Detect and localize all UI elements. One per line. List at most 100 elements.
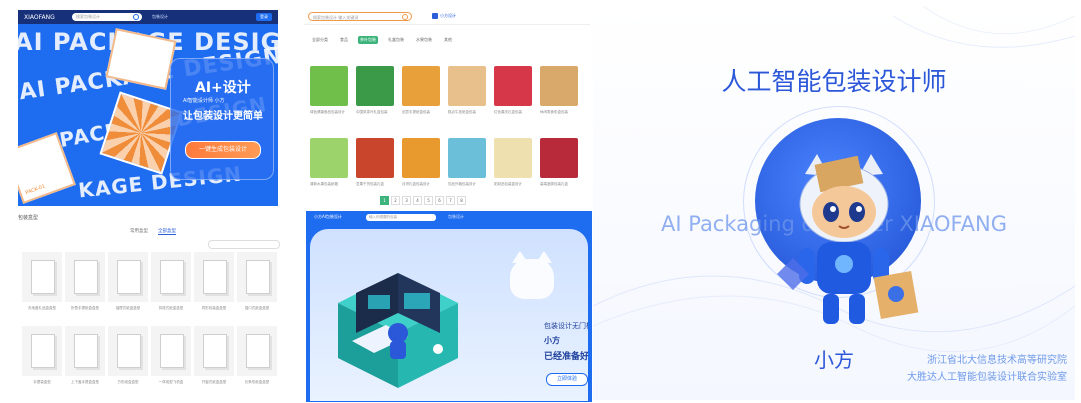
box-type-caption: 一体成型飞机盒	[158, 380, 184, 384]
box-outline-icon	[160, 260, 184, 294]
page-button-4[interactable]: 5	[424, 196, 433, 205]
category-filter-0[interactable]: 全部分类	[310, 36, 330, 44]
login-button[interactable]: 登录	[256, 13, 272, 21]
product-thumbnail[interactable]	[402, 138, 440, 178]
page-button-5[interactable]: 6	[435, 196, 444, 205]
box-type-caption: 插口式纸盒盒型	[244, 306, 270, 310]
box-outline-icon	[117, 334, 141, 368]
box-outline-icon	[31, 260, 55, 294]
product-thumbnail[interactable]	[402, 66, 440, 106]
grid-brand[interactable]: 小方设计	[432, 13, 456, 19]
product-thumbnail[interactable]	[448, 138, 486, 178]
credit-line: 浙江省北大信息技术高等研究院	[927, 355, 1067, 366]
box-outline-icon	[31, 334, 55, 368]
box-type-card[interactable]	[194, 252, 234, 302]
product-thumbnail[interactable]	[356, 66, 394, 106]
try-now-button[interactable]: 立即体验	[546, 373, 588, 386]
landing-search-input[interactable]: 输入你想要的包装	[366, 213, 436, 221]
box-outline-icon	[74, 260, 98, 294]
box-type-caption: 手提袋盒型	[33, 380, 51, 384]
box-type-card[interactable]	[22, 326, 62, 376]
product-thumbnail[interactable]	[310, 138, 348, 178]
product-thumbnail[interactable]	[310, 66, 348, 106]
mascot-poster: 人工智能包装设计师 AI Packaging designer XIAOFANG…	[593, 6, 1075, 400]
product-grid-page: 搜索包装设计 输入关键词 小方设计 全部分类 食品 茶叶包装 礼盒包装 水果包装 其他 绿…	[304, 8, 590, 208]
library-tab-1[interactable]: 全部盒型	[158, 228, 176, 235]
landing-nav-link[interactable]: 包装设计	[448, 214, 464, 220]
box-type-card[interactable]	[108, 326, 148, 376]
product-caption[interactable]: 坚果干货包装礼盒	[356, 182, 396, 187]
product-caption[interactable]: 清新水果包装纸箱	[310, 182, 350, 187]
landing-headline: 包装设计无门槛	[544, 322, 588, 330]
search-icon[interactable]	[402, 13, 408, 20]
generate-design-button[interactable]: 一键生成包装设计	[185, 141, 261, 159]
product-caption[interactable]: 饮品外箱包装设计	[448, 182, 488, 187]
grid-search-input[interactable]: 搜索包装设计 输入关键词	[308, 11, 412, 21]
category-filter-bar: 全部分类 食品 茶叶包装 礼盒包装 水果包装 其他	[310, 36, 462, 44]
box-type-card[interactable]	[65, 252, 105, 302]
box-type-caption: 抽屉式纸盒盒型	[115, 306, 141, 310]
box-type-card[interactable]	[22, 252, 62, 302]
hero-search-input[interactable]: 搜索包装设计	[72, 13, 142, 21]
product-thumbnail[interactable]	[494, 138, 532, 178]
library-search-input[interactable]	[208, 240, 280, 249]
page-button-6[interactable]: 7	[446, 196, 455, 205]
box-type-card[interactable]	[151, 252, 191, 302]
landing-search-placeholder: 输入你想要的包装	[369, 214, 397, 219]
category-filter-5[interactable]: 其他	[442, 36, 454, 44]
product-thumbnail[interactable]	[540, 138, 578, 178]
box-outline-icon	[74, 334, 98, 368]
page-button-3[interactable]: 4	[413, 196, 422, 205]
landing-logo[interactable]: 小方AI包装设计	[314, 214, 360, 220]
box-type-caption: 折叠手提纸盒盒型	[71, 306, 99, 310]
box-type-caption: 开窗式纸盒盒型	[201, 380, 227, 384]
product-caption[interactable]: 中国风茶叶礼盒包装	[356, 110, 396, 115]
hero-logo[interactable]: XIAOFANG	[24, 14, 62, 21]
box-type-caption: 天地盖礼品盒盒型	[28, 306, 56, 310]
product-caption[interactable]: 休闲零食彩盒包装	[540, 110, 580, 115]
poster-title: 人工智能包装设计师	[721, 67, 947, 96]
box-tag: PACK-01	[24, 183, 47, 197]
product-caption[interactable]: 奶制品包装盒设计	[494, 182, 534, 187]
product-caption[interactable]: 月饼礼盒包装设计	[402, 182, 442, 187]
product-caption[interactable]: 高端酒类包装礼盒	[540, 182, 580, 187]
box-type-card[interactable]	[151, 326, 191, 376]
box-type-card[interactable]	[194, 326, 234, 376]
box-outline-icon	[160, 334, 184, 368]
hero-card-subtitle: AI智能设计师 小方	[183, 98, 225, 104]
hero-banner: XIAOFANG 搜索包装设计 包装设计 登录 AI PACKAGE DESIG…	[18, 10, 278, 206]
search-icon[interactable]	[133, 14, 139, 20]
product-thumbnail[interactable]	[448, 66, 486, 106]
product-thumbnail[interactable]	[356, 138, 394, 178]
hero-card-slogan: 让包装设计更简单	[183, 111, 263, 122]
category-filter-1[interactable]: 食品	[338, 36, 350, 44]
box-type-caption: 异形包装盒盒型	[201, 306, 227, 310]
category-filter-3[interactable]: 礼盒包装	[386, 36, 406, 44]
page-button-0[interactable]: 1	[380, 196, 389, 205]
landing-body: 包装设计无门槛 小方 已经准备好了 立即体验	[310, 229, 588, 401]
hero-nav-link[interactable]: 包装设计	[152, 14, 168, 20]
landing-nav-bar: 小方AI包装设计 输入你想要的包装 包装设计	[306, 211, 592, 223]
pagination: 12345678	[380, 196, 468, 205]
product-thumbnail[interactable]	[494, 66, 532, 106]
robot-mascot-icon	[777, 154, 919, 324]
page-button-1[interactable]: 2	[391, 196, 400, 205]
product-caption[interactable]: 创意手提纸盒包装	[402, 110, 442, 115]
category-filter-4[interactable]: 水果包装	[414, 36, 434, 44]
product-caption[interactable]: 糕点牛皮纸盒包装	[448, 110, 488, 115]
poster-credits: 浙江省北大信息技术高等研究院 大胜达人工智能包装设计联合实验室	[907, 352, 1067, 386]
library-tab-0[interactable]: 常用盒型	[130, 228, 148, 235]
product-caption[interactable]: 绿色健康食品包装设计	[310, 110, 350, 115]
box-type-card[interactable]	[65, 326, 105, 376]
landing-ready-text: 已经准备好了	[544, 352, 588, 362]
category-filter-2[interactable]: 茶叶包装	[358, 36, 378, 44]
box-type-card[interactable]	[237, 326, 277, 376]
hero-card: AI+设计 AI智能设计师 小方 让包装设计更简单 一键生成包装设计	[170, 58, 274, 180]
box-type-card[interactable]	[237, 252, 277, 302]
box-type-card[interactable]	[108, 252, 148, 302]
page-button-2[interactable]: 3	[402, 196, 411, 205]
product-thumbnail[interactable]	[540, 66, 578, 106]
product-caption[interactable]: 红色喜庆礼盒包装	[494, 110, 534, 115]
page-button-7[interactable]: 8	[457, 196, 466, 205]
credit-line: 大胜达人工智能包装设计联合实验室	[907, 372, 1067, 383]
